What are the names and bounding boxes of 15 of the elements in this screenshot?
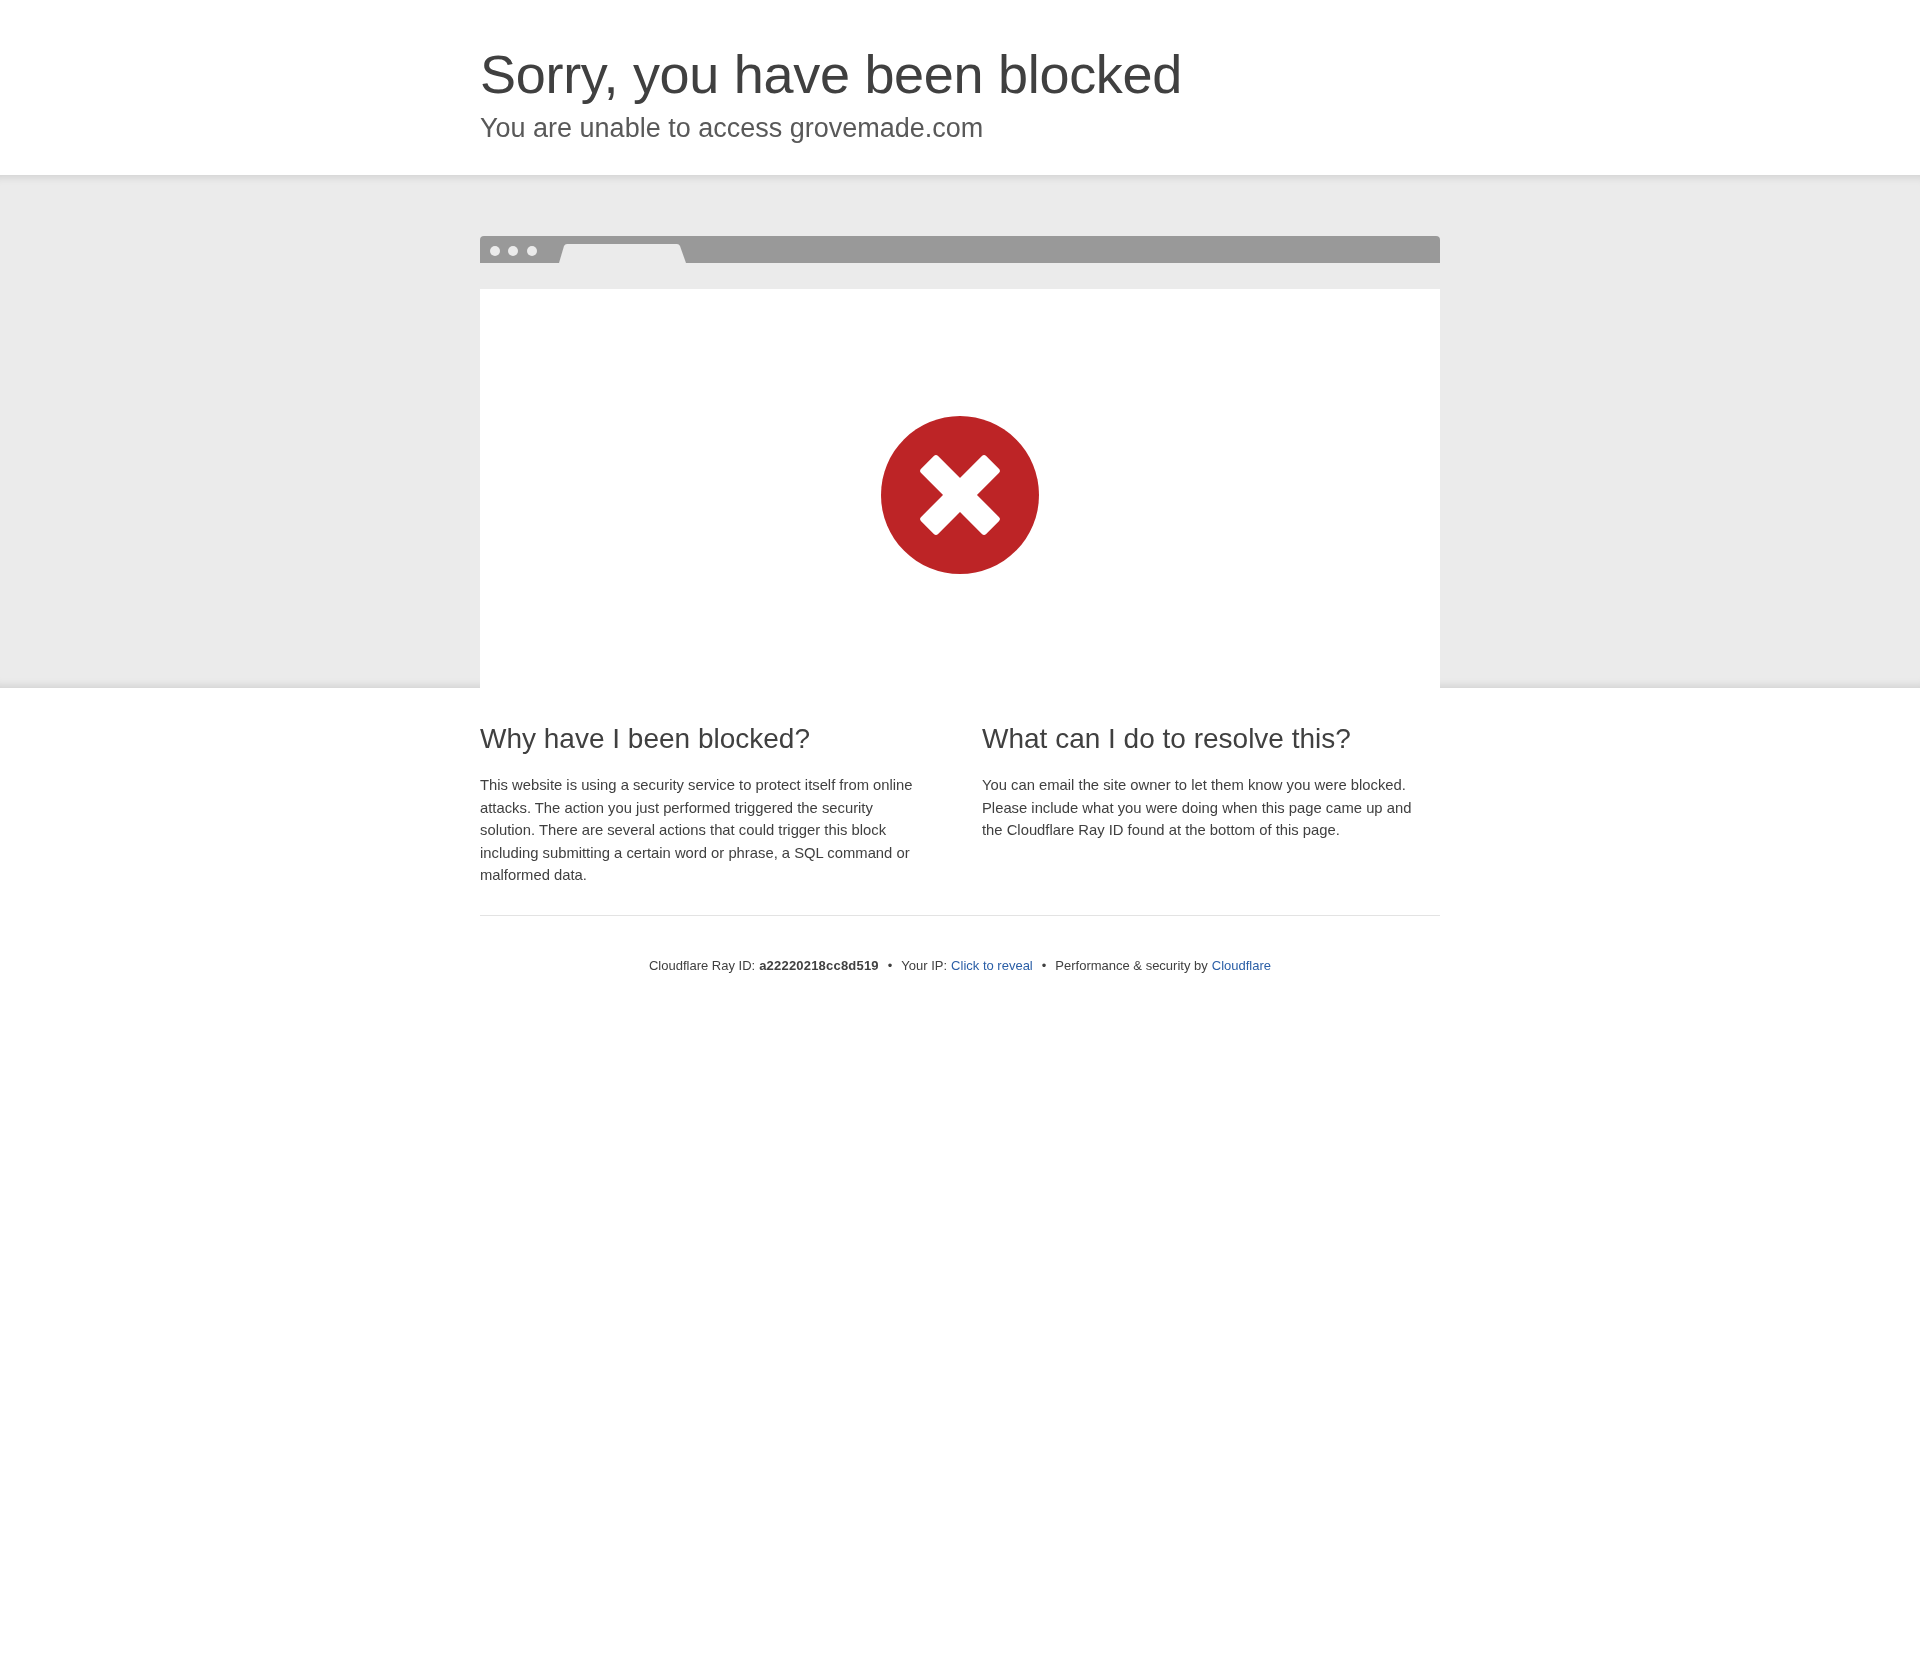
- section-paragraph: You can email the site owner to let them know you were blocked. Please include what you were doing when this page came up and the Cloudflare Ray ID found at the bottom of this page.: [982, 776, 1413, 840]
- separator-bullet: •: [887, 956, 893, 975]
- page-title: Sorry, you have been blocked: [480, 43, 1184, 105]
- separator-bullet: •: [1041, 956, 1047, 975]
- section-paragraph: This website is using a security service to protect itself from online attacks. The action you just performed triggered the security solution. There are several actions that could trigger this block including submitting a certain word or phrase, a SQL command or malformed data.: [480, 776, 914, 885]
- footer-link[interactable]: Cloudflare: [1211, 956, 1272, 975]
- footer-text: Your IP:: [901, 956, 948, 975]
- footer-link[interactable]: Click to reveal: [951, 956, 1033, 975]
- x-circle-icon: [881, 416, 1039, 574]
- ray-id: a22220218cc8d519: [759, 956, 879, 975]
- footer-text: Performance & security by: [1055, 956, 1208, 975]
- section-heading: What can I do to resolve this?: [982, 722, 1352, 756]
- section-heading: Why have I been blocked?: [480, 722, 811, 756]
- footer-text: Cloudflare Ray ID:: [648, 956, 756, 975]
- page-subtitle: You are unable to access grovemade.com: [480, 112, 985, 145]
